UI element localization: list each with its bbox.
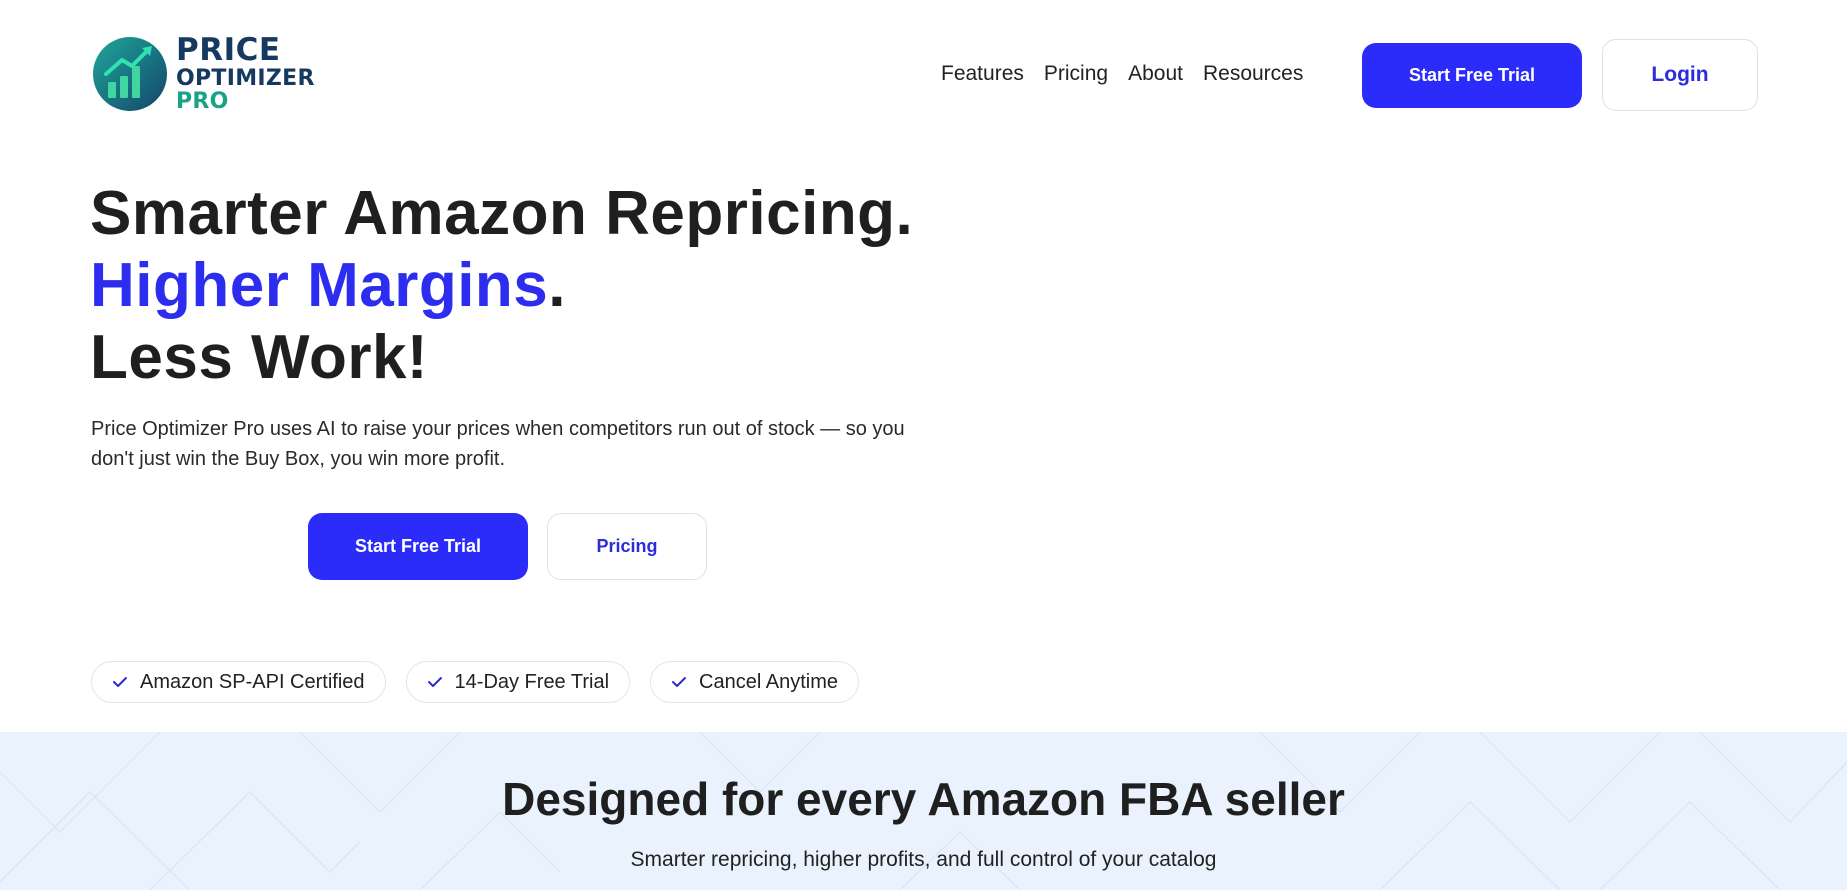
check-icon bbox=[427, 677, 442, 687]
page: PRICE OPTIMIZER PRO Features Pricing Abo… bbox=[0, 0, 1847, 890]
hero-title: Smarter Amazon Repricing. Higher Margins… bbox=[90, 178, 913, 394]
hero-title-line1: Smarter Amazon Repricing. bbox=[90, 179, 914, 248]
hero-title-period: . bbox=[548, 251, 567, 320]
brand-line1: PRICE bbox=[176, 32, 281, 68]
hero-title-accent: Higher Margins bbox=[90, 251, 549, 320]
hero-subtitle: Price Optimizer Pro uses AI to raise you… bbox=[91, 418, 905, 470]
brand-line2: OPTIMIZER bbox=[176, 66, 315, 91]
badge-label: Cancel Anytime bbox=[699, 670, 838, 693]
badge-sp-api: Amazon SP-API Certified bbox=[91, 661, 386, 703]
nav-features[interactable]: Features bbox=[941, 62, 1024, 86]
check-icon bbox=[113, 677, 127, 687]
nav-resources[interactable]: Resources bbox=[1203, 62, 1303, 86]
login-button[interactable]: Login bbox=[1602, 39, 1758, 111]
nav-pricing[interactable]: Pricing bbox=[1044, 62, 1108, 86]
badge-cancel-anytime: Cancel Anytime bbox=[650, 661, 859, 703]
brand-wordmark: PRICE OPTIMIZER PRO bbox=[176, 35, 315, 113]
nav-about[interactable]: About bbox=[1128, 62, 1183, 86]
section-title: Designed for every Amazon FBA seller bbox=[502, 773, 1345, 825]
brand-logo[interactable]: PRICE OPTIMIZER PRO bbox=[92, 34, 332, 114]
check-icon bbox=[672, 677, 687, 687]
chart-growth-icon bbox=[93, 37, 167, 111]
header-start-trial-button[interactable]: Start Free Trial bbox=[1362, 43, 1582, 108]
hero-title-line3: Less Work! bbox=[90, 323, 429, 392]
badge-free-trial: 14-Day Free Trial bbox=[405, 661, 631, 703]
main-nav: Features Pricing About Resources bbox=[941, 62, 1303, 86]
trust-badges: Amazon SP-API Certified 14-Day Free Tria… bbox=[91, 661, 859, 703]
hero-pricing-button[interactable]: Pricing bbox=[547, 513, 707, 580]
hero-title-line2: Higher Margins. bbox=[90, 250, 913, 322]
brand-line3: PRO bbox=[176, 89, 229, 114]
section-subtitle: Smarter repricing, higher profits, and f… bbox=[630, 848, 1217, 871]
sellers-section: Designed for every Amazon FBA seller Sma… bbox=[0, 732, 1847, 890]
badge-label: 14-Day Free Trial bbox=[454, 670, 610, 693]
hero-start-trial-button[interactable]: Start Free Trial bbox=[308, 513, 528, 580]
badge-label: Amazon SP-API Certified bbox=[140, 670, 365, 693]
